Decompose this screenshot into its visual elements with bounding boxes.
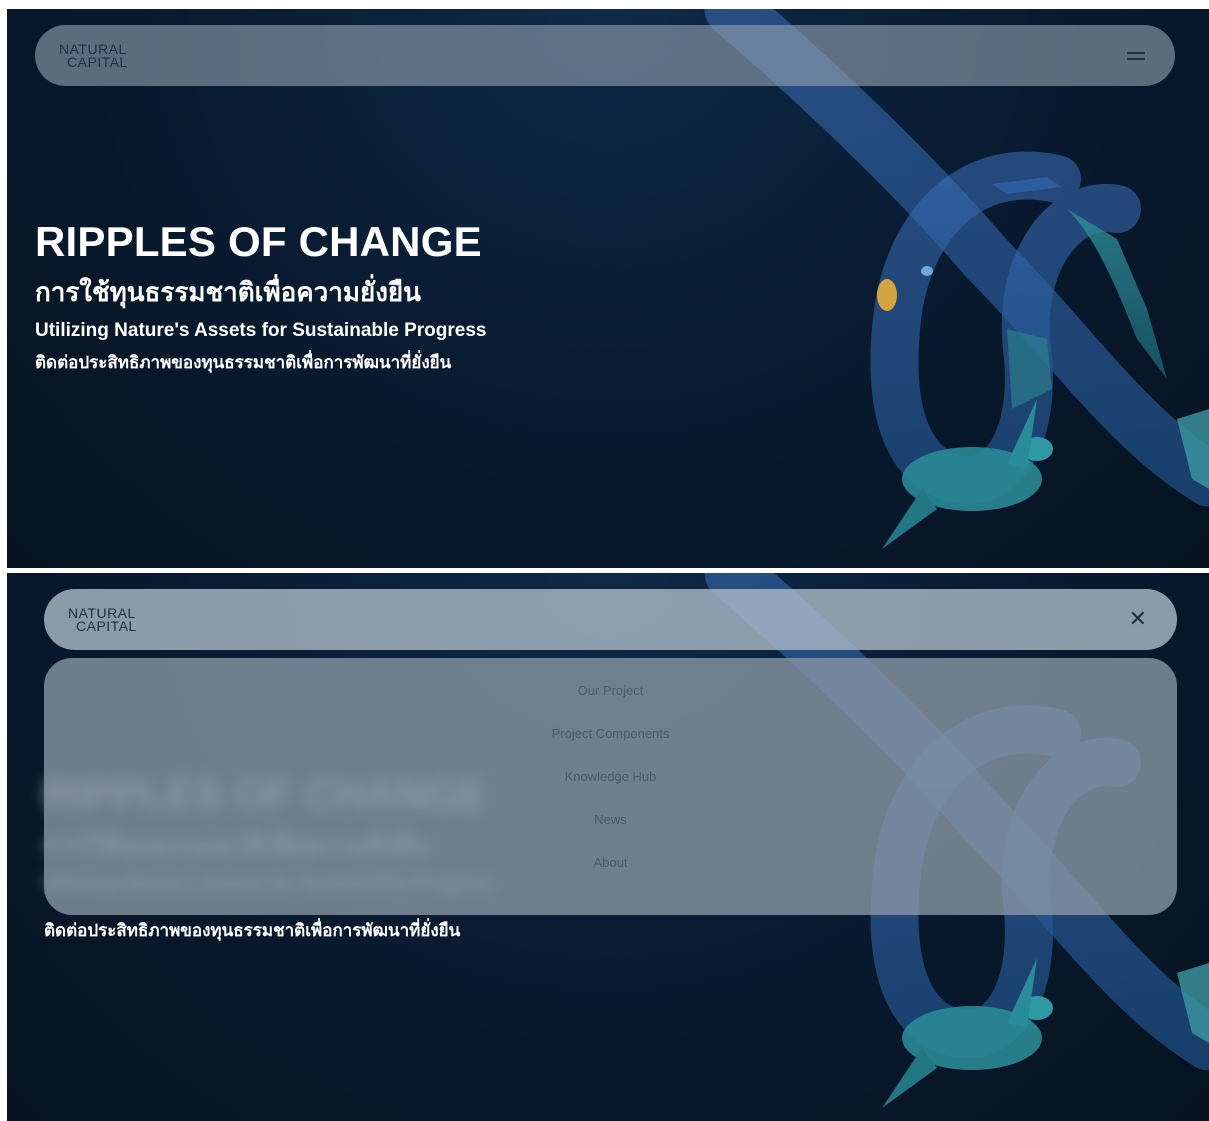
close-icon[interactable]: ✕ — [1129, 608, 1147, 631]
top-navbar: NATURAL CAPITAL ✕ — [44, 589, 1177, 650]
hero-subtitle-thai: ติดต่อประสิทธิภาพของทุนธรรมชาติเพื่อการพ… — [44, 921, 461, 941]
hero-subtitle-english: Utilizing Nature's Assets for Sustainabl… — [35, 320, 487, 341]
menu-item-our-project[interactable]: Our Project — [578, 669, 644, 712]
menu-item-project-components[interactable]: Project Components — [552, 712, 670, 755]
hero-section-default: NATURAL CAPITAL RIPPLES OF CHANGE การใช้… — [7, 9, 1209, 568]
hero-text: RIPPLES OF CHANGE การใช้ทุนธรรมชาติเพื่อ… — [35, 215, 487, 377]
top-navbar: NATURAL CAPITAL — [35, 25, 1175, 86]
hamburger-menu-icon[interactable] — [1127, 49, 1145, 63]
hero-title-thai: การใช้ทุนธรรมชาติเพื่อความยั่งยืน — [35, 278, 421, 308]
dropdown-menu: Our Project Project Components Knowledge… — [44, 658, 1177, 915]
hero-title: RIPPLES OF CHANGE — [35, 218, 482, 265]
hero-section-menu-open: RIPPLES OF CHANGE การใช้ทุนธรรมชาติเพื่อ… — [7, 573, 1209, 1121]
hero-subtitle-thai: ติดต่อประสิทธิภาพของทุนธรรมชาติเพื่อการพ… — [35, 353, 452, 373]
menu-item-about[interactable]: About — [594, 841, 628, 884]
logo-line-2: CAPITAL — [67, 53, 128, 70]
logo-line-2: CAPITAL — [76, 617, 137, 634]
logo[interactable]: NATURAL CAPITAL — [68, 606, 137, 634]
menu-bar — [1127, 57, 1145, 60]
menu-bar — [1127, 51, 1145, 54]
logo[interactable]: NATURAL CAPITAL — [59, 42, 128, 70]
menu-item-news[interactable]: News — [594, 798, 627, 841]
menu-item-knowledge-hub[interactable]: Knowledge Hub — [565, 755, 657, 798]
